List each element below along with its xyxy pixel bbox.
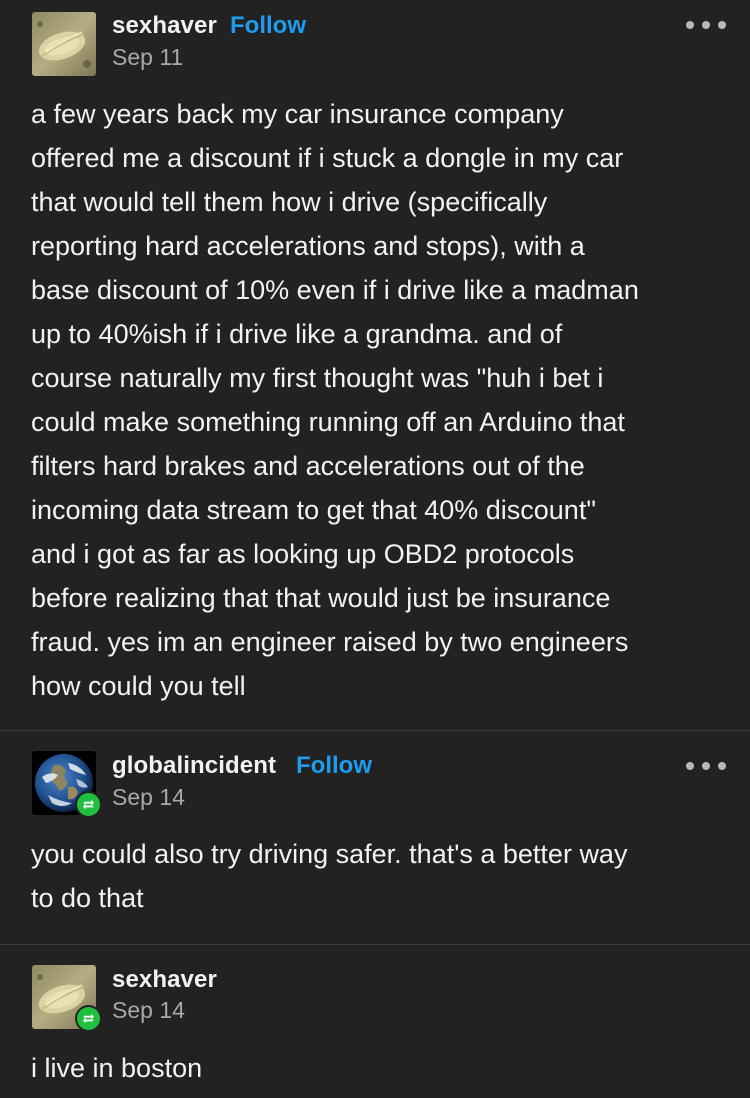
avatar[interactable] — [32, 965, 102, 1032]
more-options-icon[interactable] — [686, 18, 726, 32]
post-body-line: incoming data stream to get that 40% dis… — [31, 495, 596, 525]
post-body-line: offered me a discount if i stuck a dongl… — [31, 143, 624, 173]
post-body-line: how could you tell — [31, 671, 246, 701]
reblog-arrows-icon — [82, 799, 95, 810]
username[interactable]: sexhaver — [112, 966, 217, 994]
dot — [718, 762, 726, 770]
follow-button[interactable]: Follow — [230, 12, 306, 40]
post-date: Sep 14 — [112, 997, 185, 1023]
post-body-line: before realizing that that would just be… — [31, 583, 611, 613]
post-body-line: to do that — [31, 883, 144, 913]
post-body-line: up to 40%ish if i drive like a grandma. … — [31, 319, 563, 349]
username[interactable]: globalincident — [112, 752, 276, 780]
reblog-arrows-icon — [82, 1013, 95, 1024]
dot — [686, 762, 694, 770]
reblog-icon — [75, 791, 102, 818]
post-body-line: could make something running off an Ardu… — [31, 407, 625, 437]
post-body-line: reporting hard accelerations and stops),… — [31, 231, 585, 261]
post-body-line: base discount of 10% even if i drive lik… — [31, 275, 639, 305]
post-original: sexhaver Follow Sep 11 a few years back … — [0, 0, 750, 730]
dot — [702, 762, 710, 770]
dot — [718, 21, 726, 29]
avatar[interactable] — [32, 751, 102, 818]
more-options-icon[interactable] — [686, 759, 726, 773]
post-body-line: a few years back my car insurance compan… — [31, 99, 564, 129]
reblog-icon — [75, 1005, 102, 1032]
dot — [686, 21, 694, 29]
avatar[interactable] — [32, 12, 96, 76]
post-body-line: course naturally my first thought was "h… — [31, 363, 604, 393]
dot — [702, 21, 710, 29]
post-reblog: sexhaver Sep 14 i live in boston — [0, 945, 750, 1098]
post-reblog: globalincident Follow Sep 14 you could a… — [0, 731, 750, 944]
post-body-line: fraud. yes im an engineer raised by two … — [31, 627, 629, 657]
post-body-line: that would tell them how i drive (specif… — [31, 187, 548, 217]
post-body: you could also try driving safer. that's… — [31, 832, 721, 920]
post-date: Sep 14 — [112, 784, 185, 810]
follow-button[interactable]: Follow — [296, 752, 372, 780]
post-body: a few years back my car insurance compan… — [31, 92, 721, 708]
post-body: i live in boston — [31, 1046, 721, 1090]
post-body-line: i live in boston — [31, 1053, 203, 1083]
username[interactable]: sexhaver — [112, 12, 217, 40]
post-body-line: you could also try driving safer. that's… — [31, 839, 628, 869]
beige-textured-avatar-icon — [32, 12, 96, 76]
post-body-line: and i got as far as looking up OBD2 prot… — [31, 539, 575, 569]
post-date: Sep 11 — [112, 44, 184, 70]
post-body-line: filters hard brakes and accelerations ou… — [31, 451, 585, 481]
